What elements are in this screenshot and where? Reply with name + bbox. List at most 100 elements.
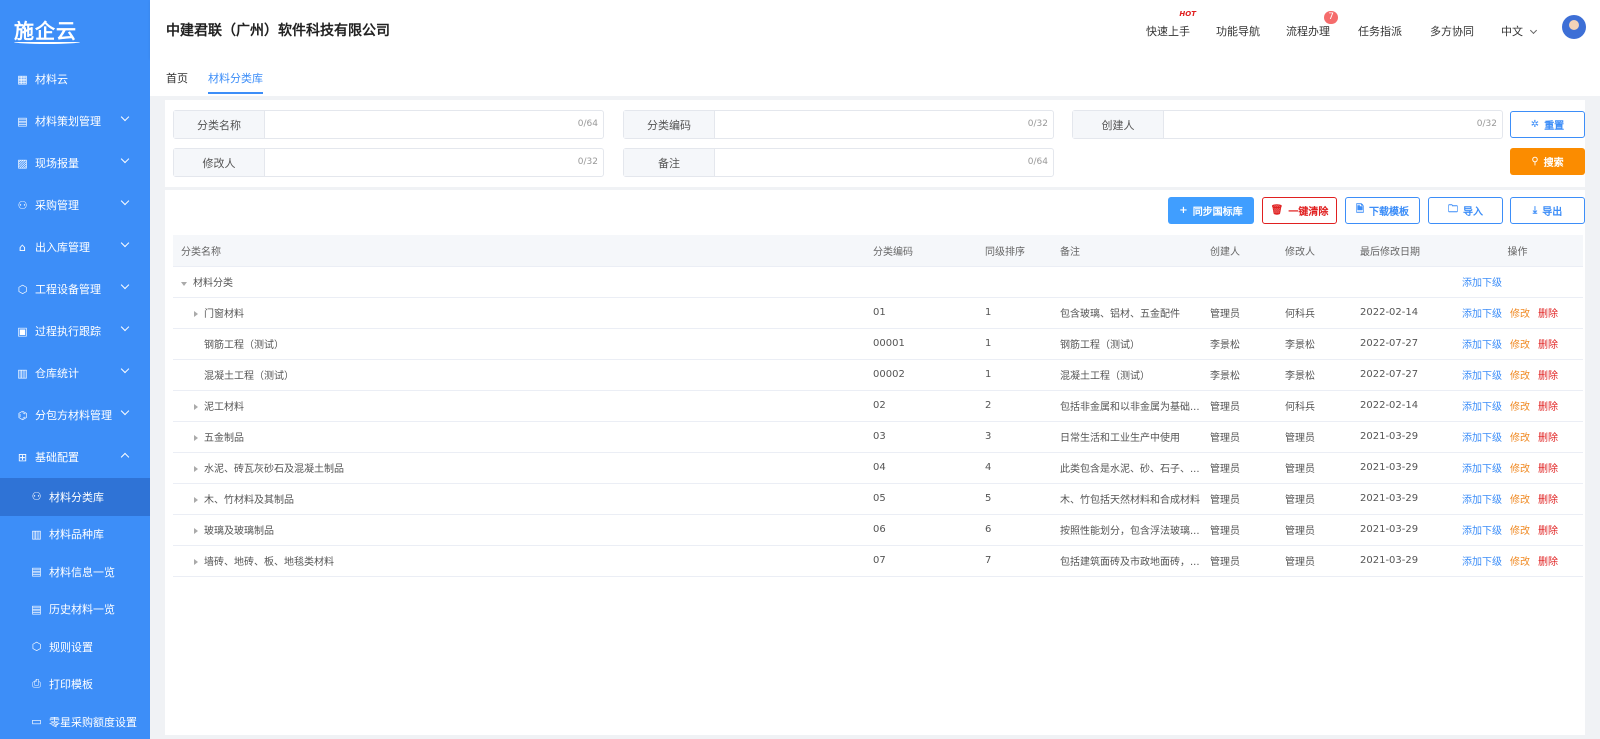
add-child-link[interactable]: 添加下级 xyxy=(1462,433,1502,444)
edit-link[interactable]: 修改 xyxy=(1510,402,1530,413)
tab-home[interactable]: 首页 xyxy=(166,70,188,86)
language-select[interactable]: 中文 xyxy=(1501,23,1538,39)
sidebar-item[interactable]: ⬡ 工程设备管理 xyxy=(0,268,150,310)
clear-all-button[interactable]: 🗑 一键清除 xyxy=(1262,197,1337,224)
date-cell: 2021-03-29 xyxy=(1352,545,1444,577)
sidebar-subitem[interactable]: ▤ 历史材料一览 xyxy=(0,591,150,629)
add-child-link[interactable]: 添加下级 xyxy=(1462,526,1502,537)
column-header: 创建人 xyxy=(1202,235,1277,267)
delete-link[interactable]: 删除 xyxy=(1538,340,1558,351)
sidebar-subitem[interactable]: ⎙ 打印模板 xyxy=(0,666,150,704)
sync-standard-button[interactable]: + 同步国标库 xyxy=(1168,197,1254,224)
column-header: 修改人 xyxy=(1277,235,1352,267)
tab-material-category[interactable]: 材料分类库 xyxy=(208,70,263,94)
sidebar-subitem-label: 材料分类库 xyxy=(49,490,104,504)
creator-cell: 管理员 xyxy=(1202,545,1277,577)
reset-button[interactable]: ✲ 重置 xyxy=(1510,111,1585,138)
sidebar-item-label: 过程执行跟踪 xyxy=(35,325,101,338)
quick-start-link[interactable]: 快速上手 HOT xyxy=(1146,10,1196,39)
sidebar-item[interactable]: ⌬ 分包方材料管理 xyxy=(0,394,150,436)
function-nav-link[interactable]: 功能导航 xyxy=(1216,23,1260,39)
caret-right-icon[interactable] xyxy=(194,466,198,472)
workflow-label: 流程办理 xyxy=(1286,25,1330,38)
edit-link[interactable]: 修改 xyxy=(1510,340,1530,351)
sidebar-item[interactable]: ▦ 材料云 xyxy=(0,58,150,100)
caret-down-icon[interactable] xyxy=(181,282,187,286)
sidebar-subitem[interactable]: ▥ 材料品种库 xyxy=(0,516,150,554)
sidebar-subitem[interactable]: ▤ 材料信息一览 xyxy=(0,553,150,591)
submenu-icon: ▤ xyxy=(31,602,42,616)
delete-link[interactable]: 删除 xyxy=(1538,464,1558,475)
edit-link[interactable]: 修改 xyxy=(1510,526,1530,537)
sidebar-item[interactable]: ▥ 仓库统计 xyxy=(0,352,150,394)
remark-field[interactable]: 备注 0/64 xyxy=(623,148,1054,177)
category-code-field[interactable]: 分类编码 0/32 xyxy=(623,110,1054,139)
add-child-link[interactable]: 添加下级 xyxy=(1462,402,1502,413)
creator-cell: 管理员 xyxy=(1202,483,1277,515)
trash-icon: 🗑 xyxy=(1270,205,1284,216)
collaboration-link[interactable]: 多方协同 xyxy=(1430,23,1474,39)
import-button[interactable]: 🗀 导入 xyxy=(1428,197,1503,224)
search-button[interactable]: ⚲ 搜索 xyxy=(1510,148,1585,175)
add-child-link[interactable]: 添加下级 xyxy=(1462,464,1502,475)
edit-link[interactable]: 修改 xyxy=(1510,464,1530,475)
creator-field[interactable]: 创建人 0/32 xyxy=(1072,110,1503,139)
add-child-link[interactable]: 添加下级 xyxy=(1462,340,1502,351)
sidebar-item[interactable]: ⌂ 出入库管理 xyxy=(0,226,150,268)
code-cell: 04 xyxy=(865,452,977,484)
submenu-icon: ⬡ xyxy=(31,640,42,654)
language-label: 中文 xyxy=(1501,25,1523,38)
edit-link[interactable]: 修改 xyxy=(1510,557,1530,568)
char-count: 0/64 xyxy=(1027,157,1048,167)
sidebar-item[interactable]: ▣ 过程执行跟踪 xyxy=(0,310,150,352)
subcontract-icon: ⌬ xyxy=(17,408,28,422)
caret-right-icon[interactable] xyxy=(194,311,198,317)
sidebar-item-label: 材料云 xyxy=(35,73,68,86)
category-name: 五金制品 xyxy=(204,433,244,444)
sidebar-subitem[interactable]: ⬡ 规则设置 xyxy=(0,628,150,666)
filter-panel: 分类名称 0/64 分类编码 0/32 创建人 0/32 修改人 0/32 备注… xyxy=(165,100,1585,187)
workflow-link[interactable]: 流程办理 7 xyxy=(1286,11,1338,39)
sidebar-item[interactable]: ⚇ 采购管理 xyxy=(0,184,150,226)
code-cell: 00002 xyxy=(865,359,977,391)
edit-link[interactable]: 修改 xyxy=(1510,433,1530,444)
caret-right-icon[interactable] xyxy=(194,435,198,441)
task-assign-link[interactable]: 任务指派 xyxy=(1358,23,1402,39)
add-child-link[interactable]: 添加下级 xyxy=(1462,371,1502,382)
avatar[interactable] xyxy=(1562,15,1586,39)
caret-right-icon[interactable] xyxy=(194,528,198,534)
export-button[interactable]: ⤓ 导出 xyxy=(1510,197,1585,224)
add-child-link[interactable]: 添加下级 xyxy=(1462,495,1502,506)
delete-link[interactable]: 删除 xyxy=(1538,309,1558,320)
add-child-link[interactable]: 添加下级 xyxy=(1462,278,1502,289)
add-child-link[interactable]: 添加下级 xyxy=(1462,557,1502,568)
sidebar-subitem[interactable]: ⚇ 材料分类库 xyxy=(0,478,150,516)
logo-text: 施企云 xyxy=(14,18,77,43)
template-label: 下载模板 xyxy=(1369,207,1410,218)
sidebar-item[interactable]: ▨ 现场报量 xyxy=(0,142,150,184)
delete-link[interactable]: 删除 xyxy=(1538,495,1558,506)
sidebar-subitem[interactable]: ▭ 零星采购额度设置 xyxy=(0,703,150,739)
sidebar-item[interactable]: ⊞ 基础配置 xyxy=(0,436,150,478)
sidebar-item[interactable]: ▤ 材料策划管理 xyxy=(0,100,150,142)
modifier-field[interactable]: 修改人 0/32 xyxy=(173,148,604,177)
add-child-link[interactable]: 添加下级 xyxy=(1462,309,1502,320)
delete-link[interactable]: 删除 xyxy=(1538,526,1558,537)
edit-link[interactable]: 修改 xyxy=(1510,371,1530,382)
caret-right-icon[interactable] xyxy=(194,404,198,410)
caret-right-icon[interactable] xyxy=(194,559,198,565)
action-cell: 添加下级 修改 删除 xyxy=(1444,452,1583,484)
caret-right-icon[interactable] xyxy=(194,497,198,503)
delete-link[interactable]: 删除 xyxy=(1538,557,1558,568)
column-header: 备注 xyxy=(1052,235,1202,267)
code-cell: 06 xyxy=(865,514,977,546)
category-name-field[interactable]: 分类名称 0/64 xyxy=(173,110,604,139)
edit-link[interactable]: 修改 xyxy=(1510,309,1530,320)
delete-link[interactable]: 删除 xyxy=(1538,371,1558,382)
download-template-button[interactable]: 🗎 下载模板 xyxy=(1345,197,1420,224)
delete-link[interactable]: 删除 xyxy=(1538,433,1558,444)
delete-link[interactable]: 删除 xyxy=(1538,402,1558,413)
date-cell: 2021-03-29 xyxy=(1352,421,1444,453)
edit-link[interactable]: 修改 xyxy=(1510,495,1530,506)
action-cell: 添加下级 修改 删除 xyxy=(1444,421,1583,453)
